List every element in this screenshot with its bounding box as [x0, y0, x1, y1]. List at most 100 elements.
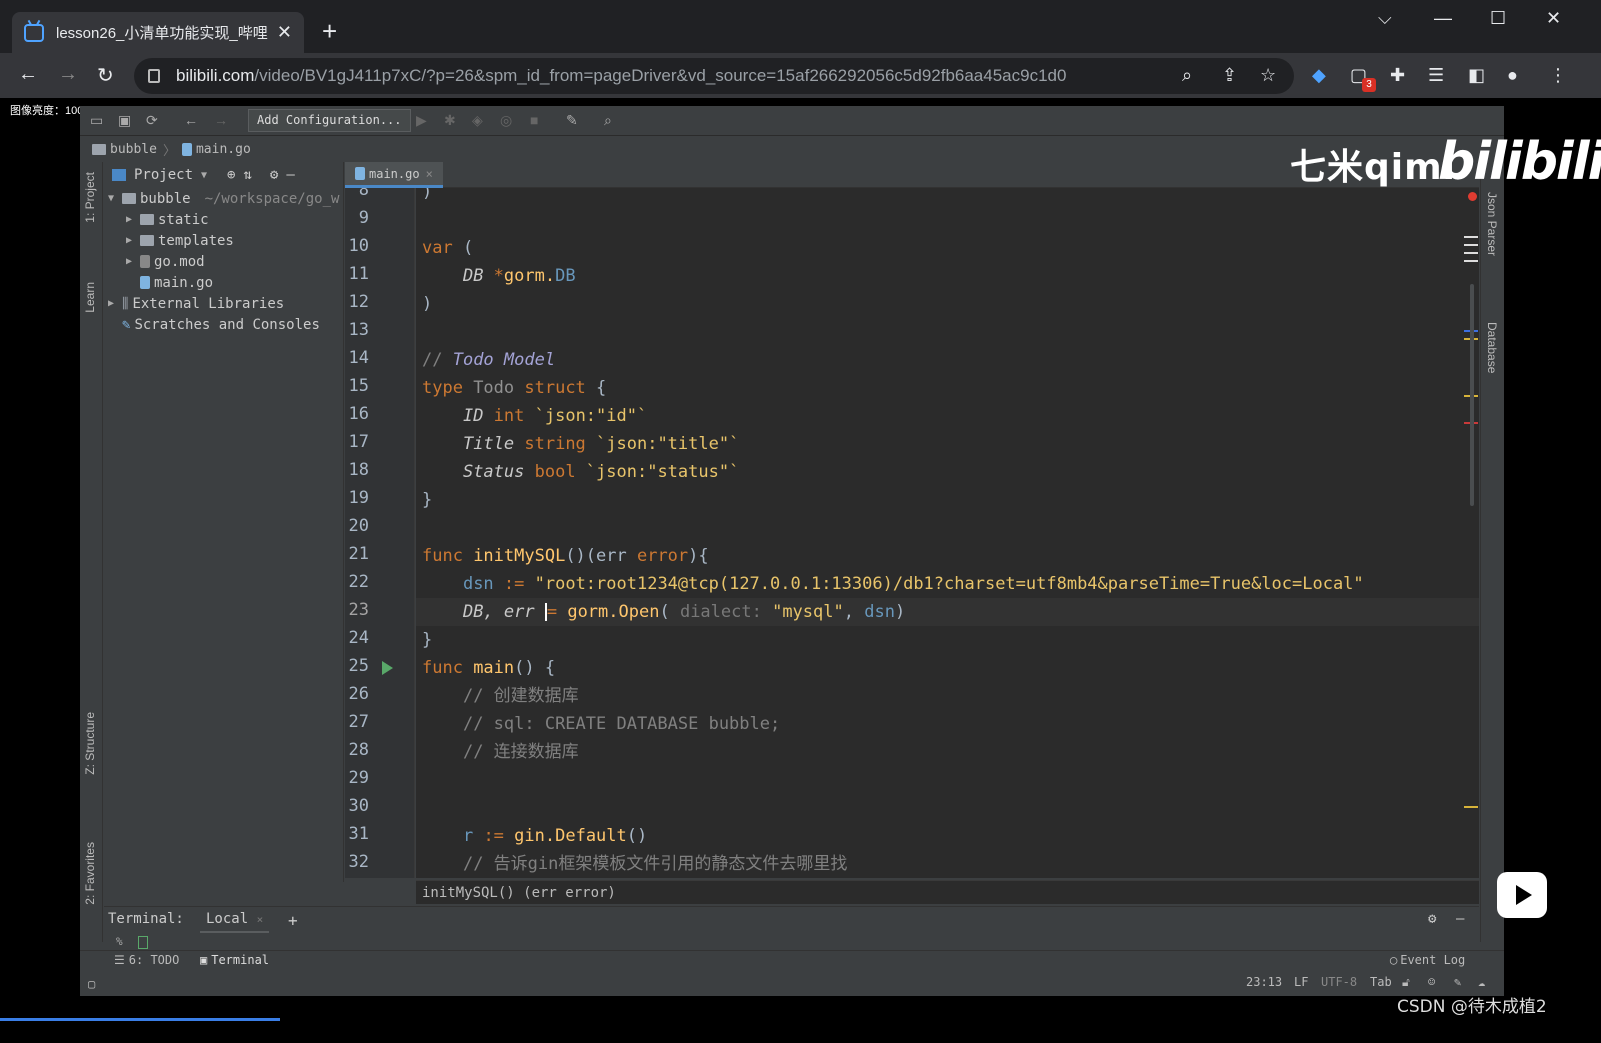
save-icon[interactable]: ▣: [118, 112, 131, 129]
bilibili-tv-icon[interactable]: [1497, 872, 1547, 918]
profile-icon[interactable]: ●: [1507, 65, 1518, 86]
lock-icon[interactable]: [148, 69, 160, 83]
tool-json-parser[interactable]: Json Parser: [1485, 192, 1499, 256]
stop-icon[interactable]: ■: [530, 112, 538, 128]
side-panel-icon[interactable]: ◧: [1468, 65, 1485, 86]
code-line: r := gin.Default(): [462, 826, 648, 846]
inspector-icon[interactable]: ☺: [1428, 975, 1435, 989]
tree-item-scratches[interactable]: ✎ Scratches and Consoles: [104, 314, 343, 335]
collapsed-arrow-icon[interactable]: ▶: [108, 298, 122, 309]
collapsed-arrow-icon[interactable]: ▶: [126, 235, 140, 246]
open-folder-icon[interactable]: ▭: [90, 112, 103, 129]
browser-tab[interactable]: lesson26_小清单功能实现_哔哩 ✕: [12, 12, 304, 53]
line-number: 15: [348, 376, 369, 396]
project-view-selector[interactable]: Project: [134, 167, 193, 183]
code-line: // 连接数据库: [462, 742, 579, 762]
code-context-hint: initMySQL() (err error): [416, 880, 1479, 904]
back-icon[interactable]: ←: [18, 63, 38, 86]
notifications-icon[interactable]: ☁: [1478, 975, 1485, 989]
tool-project[interactable]: 1: Project: [83, 172, 97, 223]
scrollbar-thumb[interactable]: [1470, 284, 1474, 506]
extension-badge: 3: [1362, 78, 1376, 92]
new-tab-button[interactable]: +: [322, 16, 337, 47]
tab-search-icon[interactable]: ⌵: [1378, 8, 1392, 29]
nav-back-icon[interactable]: ←: [184, 112, 198, 128]
maximize-icon[interactable]: ☐: [1490, 8, 1506, 29]
tree-item-static[interactable]: ▶ static: [104, 209, 343, 230]
minimize-icon[interactable]: —: [1434, 8, 1452, 29]
coverage-icon[interactable]: ◈: [472, 112, 483, 129]
video-progress-bar[interactable]: [0, 1018, 280, 1021]
gear-icon[interactable]: ⚙: [1428, 911, 1436, 927]
lock-icon[interactable]: 🔓︎: [1402, 975, 1410, 990]
tool-learn[interactable]: Learn: [83, 282, 97, 313]
tree-item-go-mod[interactable]: ▶ go.mod: [104, 251, 343, 272]
tree-item-templates[interactable]: ▶ templates: [104, 230, 343, 251]
breadcrumb-project[interactable]: bubble: [92, 142, 157, 157]
close-tab-icon[interactable]: ×: [426, 167, 433, 181]
terminal-tab-local[interactable]: Local ×: [200, 907, 270, 933]
breadcrumb-file[interactable]: main.go: [181, 142, 251, 157]
collapsed-arrow-icon[interactable]: ▶: [126, 256, 140, 267]
sync-icon[interactable]: ⟳: [146, 112, 158, 129]
address-bar[interactable]: bilibili.com/video/BV1gJ411p7xC/?p=26&sp…: [134, 58, 1294, 94]
profile-run-icon[interactable]: ◎: [500, 112, 512, 129]
bookmark-star-icon[interactable]: ☆: [1260, 65, 1276, 86]
add-terminal-icon[interactable]: +: [288, 911, 298, 930]
tab-close-icon[interactable]: ✕: [277, 22, 292, 43]
collapse-all-icon[interactable]: ⇅: [243, 167, 251, 183]
wrench-icon[interactable]: ✎: [566, 112, 578, 129]
search-everywhere-icon[interactable]: ⌕: [604, 112, 612, 129]
zoom-icon[interactable]: ⌕: [1182, 65, 1192, 86]
indent-setting[interactable]: Tab: [1370, 975, 1392, 989]
tree-item-bubble[interactable]: ▼ bubble ~/workspace/go_w: [104, 188, 343, 209]
add-configuration-button[interactable]: Add Configuration...: [248, 109, 411, 132]
extension-shield-icon[interactable]: ◆: [1312, 65, 1326, 86]
project-view-icon: [112, 169, 126, 181]
browser-toolbar: ← → ↻ bilibili.com/video/BV1gJ411p7xC/?p…: [0, 53, 1601, 98]
tab-main-go[interactable]: main.go ×: [345, 162, 443, 188]
run-icon[interactable]: ▶: [416, 112, 427, 129]
gear-icon[interactable]: ⚙: [270, 167, 278, 183]
collapsed-arrow-icon[interactable]: ▶: [126, 214, 140, 225]
tool-database[interactable]: Database: [1485, 322, 1499, 373]
close-tab-icon[interactable]: ×: [257, 913, 264, 926]
tool-structure[interactable]: Z: Structure: [83, 712, 97, 775]
line-number: 20: [348, 516, 369, 536]
toggle-tool-windows-icon[interactable]: ▢: [88, 977, 95, 991]
line-separator[interactable]: LF: [1294, 975, 1308, 989]
code-line: DB *gorm.DB: [462, 266, 576, 286]
status-bar: ☰ 6: TODO ▣ Terminal ◯ Event Log ▢ 23:13 LF…: [80, 950, 1504, 996]
reload-icon[interactable]: ↻: [97, 63, 114, 88]
tool-favorites[interactable]: 2: Favorites: [83, 842, 97, 905]
uploader-watermark: 七米qimi: [1290, 147, 1456, 188]
chevron-down-icon[interactable]: ▼: [201, 170, 207, 181]
code-line: ): [422, 294, 433, 314]
tree-item-external-libraries[interactable]: ▶ ⫼ External Libraries: [104, 293, 343, 314]
event-log-tab[interactable]: ◯ Event Log: [1390, 953, 1465, 967]
tree-item-main-go[interactable]: main.go: [104, 272, 343, 293]
extensions-puzzle-icon[interactable]: ✚: [1390, 65, 1405, 86]
terminal-tool-tab[interactable]: ▣ Terminal: [200, 953, 269, 967]
menu-kebab-icon[interactable]: ⋮: [1549, 65, 1567, 86]
nav-forward-icon[interactable]: →: [214, 112, 228, 128]
caret-position[interactable]: 23:13: [1246, 975, 1282, 989]
error-indicator-icon[interactable]: [1468, 192, 1477, 201]
share-icon[interactable]: ⇪: [1222, 65, 1237, 86]
forward-icon[interactable]: →: [58, 63, 78, 86]
debug-icon[interactable]: ✱: [444, 112, 456, 129]
wrench-icon[interactable]: ✎: [1454, 975, 1461, 989]
code-editor[interactable]: ) var ( DB *gorm.DB ) // Todo Model type…: [416, 188, 1479, 878]
hide-panel-icon[interactable]: —: [1456, 911, 1464, 927]
locate-icon[interactable]: ⊕: [227, 167, 235, 183]
reading-list-icon[interactable]: ☰: [1428, 65, 1444, 86]
hide-panel-icon[interactable]: —: [286, 167, 294, 183]
file-encoding[interactable]: UTF-8: [1321, 975, 1357, 989]
close-window-icon[interactable]: ✕: [1546, 8, 1561, 29]
line-number: 18: [348, 460, 369, 480]
expanded-arrow-icon[interactable]: ▼: [108, 193, 122, 204]
todo-tab[interactable]: ☰ 6: TODO: [114, 953, 179, 967]
run-gutter-icon[interactable]: [382, 661, 393, 675]
